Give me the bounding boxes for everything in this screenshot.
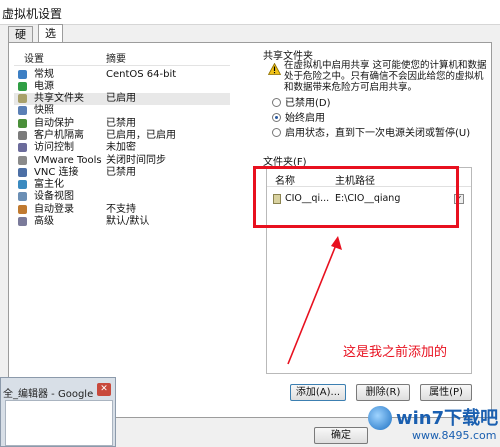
column-header-setting[interactable]: 设置	[24, 50, 44, 65]
tab-hardware[interactable]: 硬件	[8, 26, 33, 56]
settings-row[interactable]: VMware Tools 关闭时间同步	[14, 155, 230, 167]
settings-row[interactable]: 自动保护 已禁用	[14, 118, 230, 130]
power-icon	[18, 82, 27, 91]
close-icon[interactable]: ✕	[97, 383, 111, 396]
tab-options[interactable]: 选项	[38, 24, 63, 58]
settings-row[interactable]: 客户机隔离 已启用，已启用	[14, 130, 230, 142]
unity-icon	[18, 180, 27, 189]
annotation-text: 这是我之前添加的	[343, 345, 448, 360]
settings-row-label: VNC 连接	[34, 167, 79, 178]
settings-row-label: VMware Tools	[34, 155, 102, 166]
settings-list: 设置 摘要 常规 CentOS 64-bit 电源 共享文件夹 已启用 快照 自动保护 已禁用…	[14, 50, 230, 416]
thumbnail-title: 全_编辑器 - Google ...	[3, 389, 95, 400]
window-title: 虚拟机设置	[2, 7, 63, 21]
device-view-icon	[18, 192, 27, 201]
watermark-text: win7下载吧	[396, 408, 499, 429]
radio-dot	[272, 128, 281, 137]
settings-row[interactable]: 快照	[14, 105, 230, 117]
autoprotect-icon	[18, 119, 27, 128]
ok-button[interactable]: 确定	[314, 427, 368, 444]
settings-row[interactable]: 电源	[14, 81, 230, 93]
settings-row-summary: 默认/默认	[106, 216, 150, 227]
column-header-summary[interactable]: 摘要	[106, 50, 126, 65]
logo-icon	[368, 406, 392, 430]
watermark-url: www.8495.com	[412, 429, 497, 442]
vm-settings-window: 虚拟机设置 硬件 选项 设置 摘要 常规 CentOS 64-bit 电源共享文件夹…	[0, 0, 500, 447]
radio-disabled[interactable]: 已禁用(D)	[272, 97, 331, 110]
access-control-icon	[18, 143, 27, 152]
settings-row[interactable]: VNC 连接 已禁用	[14, 167, 230, 179]
advanced-icon	[18, 217, 27, 226]
settings-row-summary: 已禁用	[106, 118, 136, 129]
taskbar-thumbnail[interactable]: 全_编辑器 - Google ... ✕	[0, 377, 116, 447]
site-watermark: win7下载吧 www.8495.com	[368, 404, 500, 447]
radio-dot	[272, 113, 281, 122]
title-bar: 虚拟机设置	[0, 0, 500, 25]
radio-until-poweroff[interactable]: 启用状态，直到下一次电源关闭或暂停(U)	[272, 127, 470, 140]
settings-row-label: 高级	[34, 216, 54, 227]
shared-folder-icon	[18, 94, 27, 103]
warning-icon	[268, 63, 281, 75]
vnc-icon	[18, 168, 27, 177]
properties-button[interactable]: 属性(P)	[420, 384, 472, 401]
settings-row-summary: CentOS 64-bit	[106, 69, 177, 80]
settings-row-label: 常规	[34, 69, 54, 80]
settings-row-summary: 已启用	[106, 93, 136, 104]
settings-row-label: 访问控制	[34, 142, 74, 153]
settings-row-summary: 不支持	[106, 204, 136, 215]
highlight-box	[253, 166, 459, 228]
settings-row[interactable]: 自动登录 不支持	[14, 204, 230, 216]
settings-row-label: 富主化	[34, 179, 64, 190]
settings-row-label: 自动保护	[34, 118, 74, 129]
thumbnail-preview	[5, 400, 113, 446]
settings-row[interactable]: 富主化	[14, 179, 230, 191]
settings-row-label: 设备视图	[34, 191, 74, 202]
remove-button[interactable]: 删除(R)	[356, 384, 410, 401]
radio-label: 启用状态，直到下一次电源关闭或暂停(U)	[285, 128, 471, 139]
settings-row-summary: 未加密	[106, 142, 136, 153]
settings-row[interactable]: 访问控制 未加密	[14, 142, 230, 154]
settings-row-summary: 关闭时间同步	[106, 155, 166, 166]
radio-label: 始终启用	[285, 113, 325, 124]
annotation-arrow	[287, 236, 342, 365]
settings-row-summary: 已启用，已启用	[106, 130, 176, 141]
settings-row[interactable]: 设备视图	[14, 191, 230, 203]
isolation-icon	[18, 131, 27, 140]
autologin-icon	[18, 205, 27, 214]
settings-row[interactable]: 高级 默认/默认	[14, 216, 230, 228]
general-icon	[18, 70, 27, 79]
radio-label: 已禁用(D)	[285, 98, 331, 109]
settings-row[interactable]: 常规 CentOS 64-bit	[14, 69, 230, 81]
vmware-tools-icon	[18, 156, 27, 165]
settings-row-label: 快照	[34, 105, 54, 116]
header-divider	[14, 65, 230, 66]
settings-row-label: 客户机隔离	[34, 130, 84, 141]
radio-dot	[272, 98, 281, 107]
radio-always-enabled[interactable]: 始终启用	[272, 112, 325, 125]
settings-row-label: 电源	[34, 81, 54, 92]
settings-row[interactable]: 共享文件夹 已启用	[14, 93, 230, 105]
warning-text: 在虚拟机中启用共享 这可能使您的计算机和数据处于危险之中。只有确信不会因此给您的…	[284, 60, 487, 93]
settings-row-label: 共享文件夹	[34, 93, 84, 104]
settings-row-label: 自动登录	[34, 204, 74, 215]
add-button[interactable]: 添加(A)...	[290, 384, 346, 401]
settings-row-summary: 已禁用	[106, 167, 136, 178]
snapshot-icon	[18, 106, 27, 115]
